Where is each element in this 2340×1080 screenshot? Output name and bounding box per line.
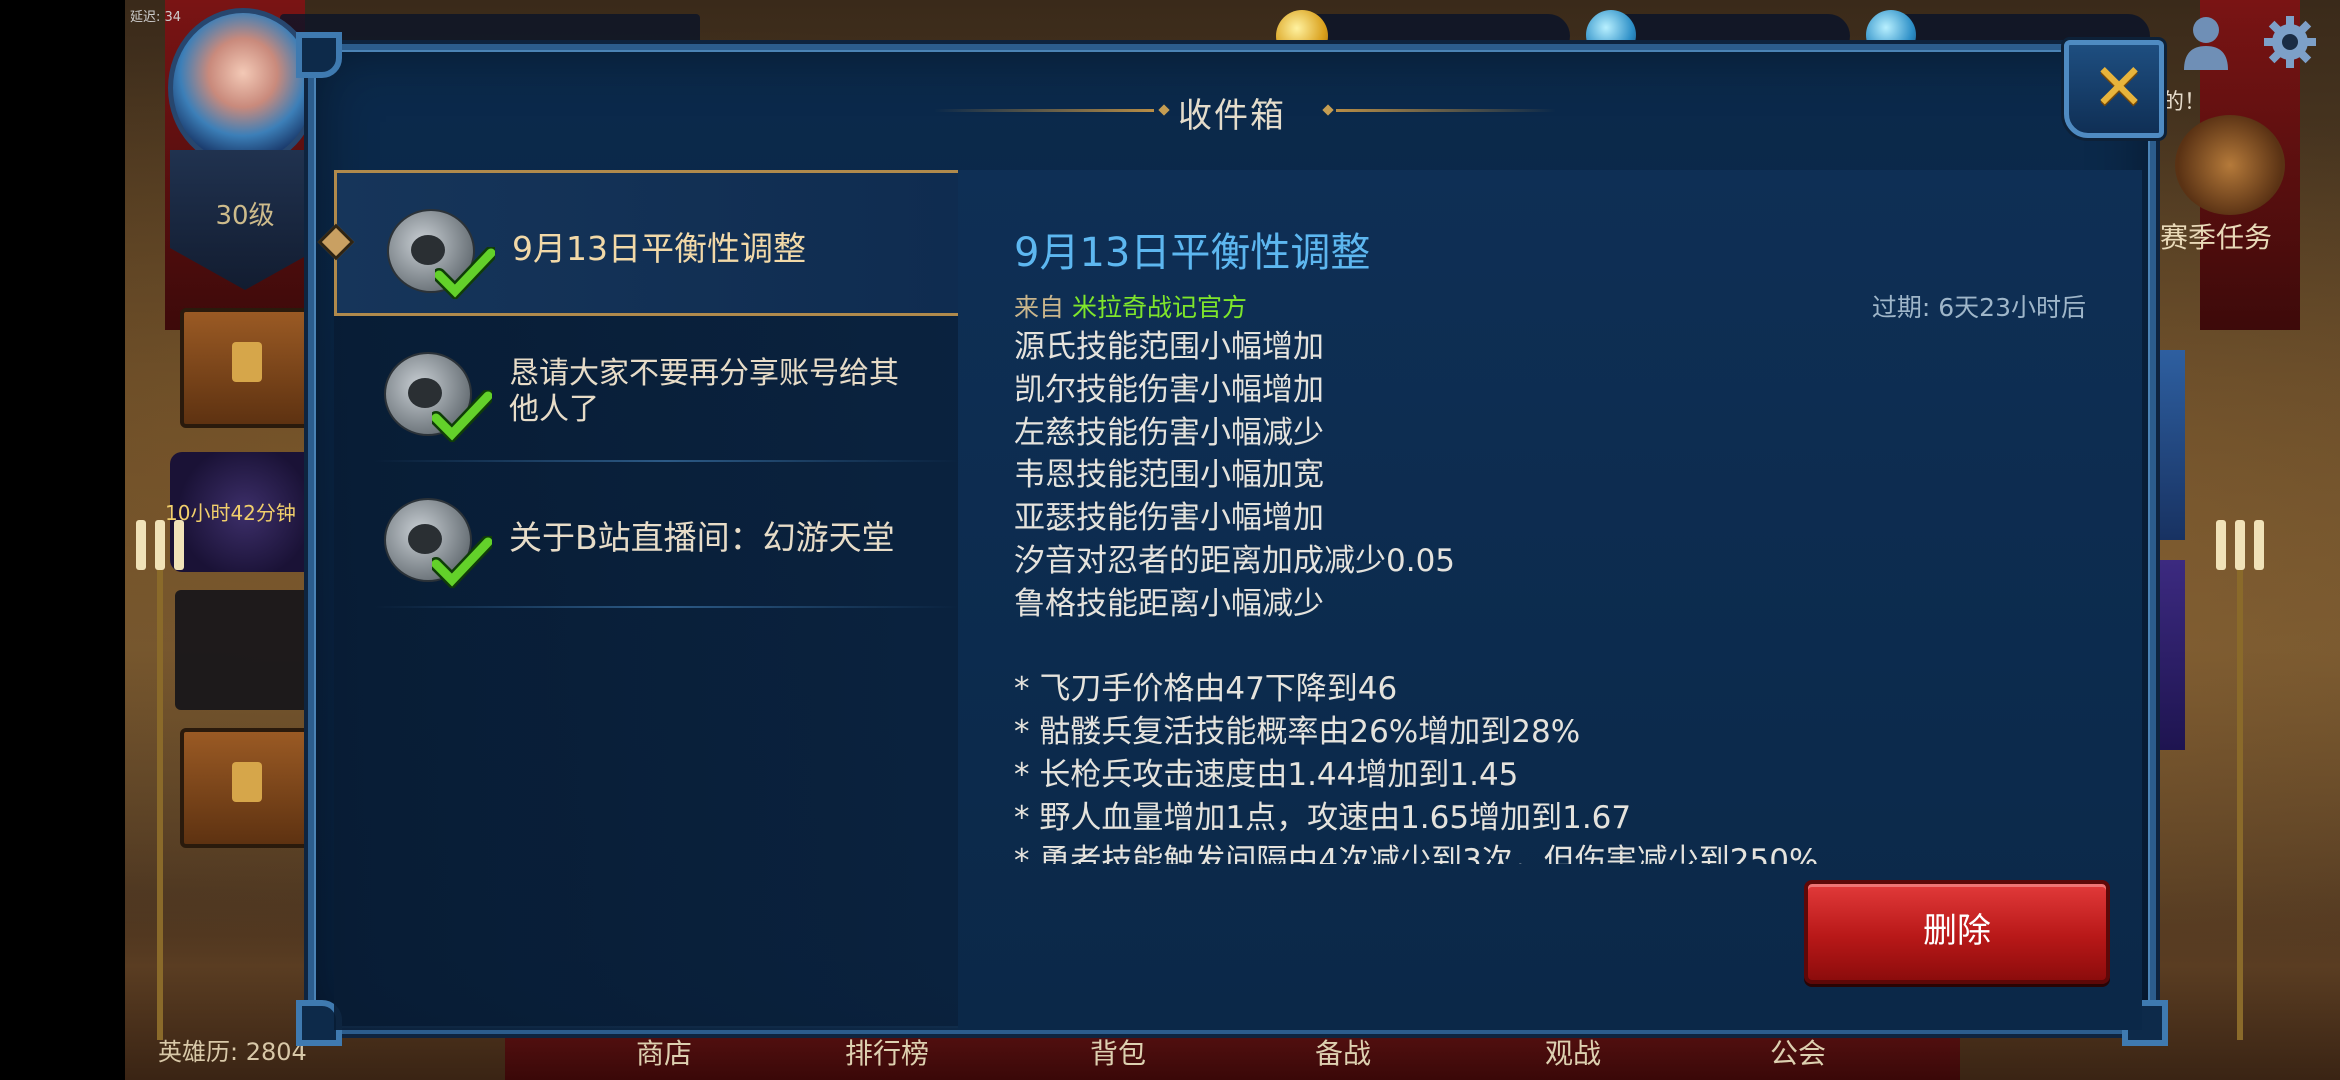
treasure-chest-icon[interactable] <box>180 728 310 848</box>
selected-marker-icon <box>317 223 355 261</box>
frame-corner <box>296 32 342 78</box>
modal-title: 收件箱 <box>1178 96 1286 136</box>
side-card[interactable] <box>2155 350 2185 540</box>
read-mail-icon <box>384 498 492 588</box>
profile-icon[interactable] <box>2180 14 2232 70</box>
nav-guild[interactable]: 公会 <box>1770 1032 1826 1072</box>
ping-text: 延迟: 34 <box>130 10 182 25</box>
mail-body-line: 源氏技能范围小幅增加 <box>1014 329 1324 365</box>
checkmark-icon <box>435 247 495 299</box>
mail-item-title: 9月13日平衡性调整 <box>512 229 806 268</box>
list-divider <box>374 606 958 608</box>
mail-body-line <box>1014 626 2094 669</box>
mail-item-title: 恳请大家不要再分享账号给其他人了 <box>509 356 899 427</box>
close-icon: ✕ <box>2092 51 2146 125</box>
mail-item-title: 关于B站直播间：幻游天堂 <box>509 518 895 557</box>
hero-history: 英雄历: 2804 <box>158 1038 307 1066</box>
mail-body-line: 亚瑟技能伤害小幅增加 <box>1014 500 1324 537</box>
nav-ranking[interactable]: 排行榜 <box>845 1032 929 1072</box>
lock-icon <box>232 762 262 802</box>
nav-spectate[interactable]: 观战 <box>1545 1032 1601 1072</box>
player-level: 30级 <box>215 201 275 231</box>
side-card[interactable] <box>2155 560 2185 750</box>
close-button[interactable]: ✕ <box>2064 40 2164 138</box>
nav-shop[interactable]: 商店 <box>636 1032 692 1072</box>
mail-body-line: * 勇者技能触发间隔由4次减少到3次，但伤害减少到250% <box>1014 842 1819 864</box>
mail-body-line: * 骷髅兵复活技能概率由26%增加到28% <box>1014 714 1581 751</box>
modal-header: 收件箱 <box>314 88 2150 136</box>
mail-sender-row: 来自 米拉奇战记官方 <box>1014 288 1247 324</box>
read-mail-icon <box>387 209 495 299</box>
nav-bag[interactable]: 背包 <box>1090 1032 1146 1072</box>
mail-body[interactable]: 源氏技能范围小幅增加 凯尔技能伤害小幅增加 左慈技能伤害小幅减少 韦恩技能范围小… <box>1014 326 2094 864</box>
mail-body-line: 左慈技能伤害小幅减少 <box>1014 414 1324 451</box>
from-label: 来自 <box>1014 293 1065 322</box>
mail-detail-title: 9月13日平衡性调整 <box>1014 230 1371 276</box>
mail-item-balance-adjustment[interactable]: 9月13日平衡性调整 <box>317 170 958 316</box>
read-mail-icon <box>384 352 492 442</box>
inbox-modal: 收件箱 9月13日平衡性调整 恳请大家不要再分享账号给其他人了 关于B站直播间：… <box>296 32 2168 1046</box>
mail-list: 9月13日平衡性调整 恳请大家不要再分享账号给其他人了 关于B站直播间：幻游天堂 <box>317 170 958 1030</box>
mail-body-line: 鲁格技能距离小幅减少 <box>1014 585 1324 622</box>
season-task-label[interactable]: 赛季任务 <box>2160 216 2272 256</box>
mail-body-line: * 飞刀手价格由47下降到46 <box>1014 671 1398 708</box>
checkmark-icon <box>432 536 492 588</box>
delete-button[interactable]: 删除 <box>1804 880 2110 984</box>
nav-prepare[interactable]: 备战 <box>1315 1032 1371 1072</box>
title-ornament <box>1336 109 1556 112</box>
mail-item-bilibili-stream[interactable]: 关于B站直播间：幻游天堂 <box>334 462 958 608</box>
mail-body-line: * 野人血量增加1点，攻速由1.65增加到1.67 <box>1014 799 1632 836</box>
mail-item-account-sharing[interactable]: 恳请大家不要再分享账号给其他人了 <box>334 316 958 462</box>
mail-expiry: 过期: 6天23小时后 <box>1871 293 2086 322</box>
lock-icon <box>232 342 262 382</box>
gear-icon[interactable] <box>2262 14 2318 70</box>
sender-name: 米拉奇战记官方 <box>1072 293 1248 322</box>
notice-fragment: 的！ <box>2162 90 2207 115</box>
mail-body-line: 凯尔技能伤害小幅增加 <box>1014 371 1324 408</box>
mail-body-line: 汐音对忍者的距离加成减少0.05 <box>1014 542 1456 579</box>
mail-body-line: 韦恩技能范围小幅加宽 <box>1014 457 1324 494</box>
season-task-icon[interactable] <box>2175 115 2285 215</box>
checkmark-icon <box>432 390 492 442</box>
candelabra-right <box>2210 520 2270 1040</box>
mail-body-line: * 长枪兵攻击速度由1.44增加到1.45 <box>1014 756 1519 793</box>
empty-slot[interactable] <box>175 590 315 710</box>
candelabra-left <box>130 520 190 1040</box>
treasure-chest-icon[interactable] <box>180 308 310 428</box>
